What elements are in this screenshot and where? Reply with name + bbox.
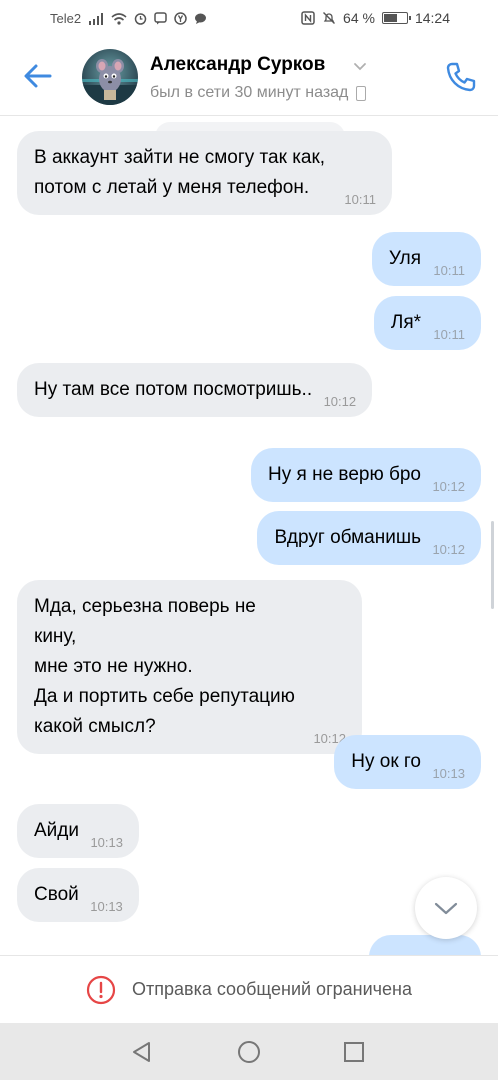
- battery-icon: [381, 12, 411, 24]
- yandex-icon: [174, 12, 187, 25]
- message-app-icon: [154, 12, 167, 25]
- message-text: Айди: [34, 820, 79, 841]
- message-bubble-outgoing[interactable]: Уля 10:11: [371, 232, 481, 286]
- mobile-device-icon: [356, 85, 367, 101]
- nav-recents-icon[interactable]: [340, 1038, 368, 1066]
- message-list[interactable]: Сегодня, 18 августа В аккаунт зайти не с…: [0, 117, 498, 955]
- message-bubble-incoming[interactable]: В аккаунт зайти не смогу так как, потом …: [17, 131, 392, 215]
- system-nav-bar: [0, 1023, 498, 1080]
- signal-icon: [89, 12, 104, 25]
- clock: 14:24: [414, 10, 450, 26]
- status-bar: Tele2 64 % 14:24: [0, 0, 498, 38]
- nav-home-icon[interactable]: [235, 1038, 263, 1066]
- alarm-icon: [134, 13, 147, 25]
- chevron-down-icon[interactable]: [352, 58, 368, 74]
- message-time: 10:11: [433, 327, 465, 342]
- messaging-restricted-bar: Отправка сообщений ограничена: [0, 955, 498, 1023]
- message-bubble-incoming[interactable]: Мда, серьезна поверь не кину, мне это не…: [17, 580, 362, 754]
- battery-fill: [383, 14, 398, 22]
- carrier-label: Tele2: [50, 11, 82, 26]
- scroll-to-bottom-button[interactable]: [415, 877, 477, 939]
- message-bubble-incoming[interactable]: Айди 10:13: [17, 804, 139, 858]
- status-left: Tele2: [50, 11, 207, 26]
- message-time: 10:13: [90, 835, 123, 850]
- message-text: В аккаунт зайти не смогу так как, потом …: [34, 147, 326, 198]
- mute-icon: [323, 12, 336, 24]
- avatar-image: [82, 59, 138, 105]
- message-bubble-outgoing[interactable]: Ну я не верю бро 10:12: [251, 448, 481, 502]
- message-time: 10:12: [323, 394, 357, 409]
- contact-name[interactable]: Александр Сурков: [150, 54, 325, 76]
- message-time: 10:13: [432, 766, 465, 781]
- message-text: Свой: [34, 884, 79, 905]
- message-time: 10:13: [90, 899, 123, 914]
- message-bubble-incoming[interactable]: Свой 10:13: [17, 868, 139, 922]
- chevron-down-icon: [434, 902, 458, 915]
- message-bubble-outgoing[interactable]: Вдруг обманишь 10:12: [257, 511, 481, 565]
- avatar[interactable]: [82, 49, 138, 105]
- warning-icon: [86, 975, 116, 1004]
- status-right: 64 % 14:24: [301, 10, 450, 26]
- message-text: Уля: [388, 248, 421, 269]
- chat-header: Александр Сурков был в сети 30 минут наз…: [0, 38, 498, 116]
- back-arrow-icon[interactable]: [22, 60, 54, 92]
- nav-back-icon[interactable]: [128, 1038, 156, 1066]
- message-text: Ну ок го: [351, 751, 421, 772]
- battery-percent: 64 %: [343, 10, 375, 26]
- wifi-icon: [111, 12, 127, 25]
- message-bubble-incoming[interactable]: Ну там все потом посмотришь.. 10:12: [17, 363, 373, 417]
- message-text: Ля*: [390, 312, 421, 333]
- phone-call-icon[interactable]: [444, 60, 478, 94]
- chat-bubble-icon: [195, 13, 207, 24]
- scrollbar[interactable]: [491, 521, 494, 609]
- restricted-message: Отправка сообщений ограничена: [132, 979, 412, 999]
- message-time: 10:11: [433, 263, 465, 278]
- message-text: Вдруг обманишь: [274, 527, 421, 548]
- message-text: Мда, серьезна поверь не кину, мне это не…: [34, 596, 295, 737]
- last-seen-row: был в сети 30 минут назад: [150, 84, 367, 102]
- message-bubble-outgoing-partial[interactable]: [369, 935, 481, 955]
- message-bubble-outgoing[interactable]: Ля* 10:11: [373, 296, 481, 350]
- message-time: 10:12: [432, 542, 465, 557]
- message-time: 10:12: [432, 479, 465, 494]
- message-text: Ну я не верю бро: [268, 464, 421, 485]
- message-bubble-outgoing[interactable]: Ну ок го 10:13: [334, 735, 481, 789]
- message-text: Ну там все потом посмотришь..: [34, 379, 313, 400]
- last-seen-status: был в сети 30 минут назад: [150, 84, 349, 101]
- nfc-icon: [301, 11, 315, 25]
- message-time: 10:11: [344, 192, 376, 207]
